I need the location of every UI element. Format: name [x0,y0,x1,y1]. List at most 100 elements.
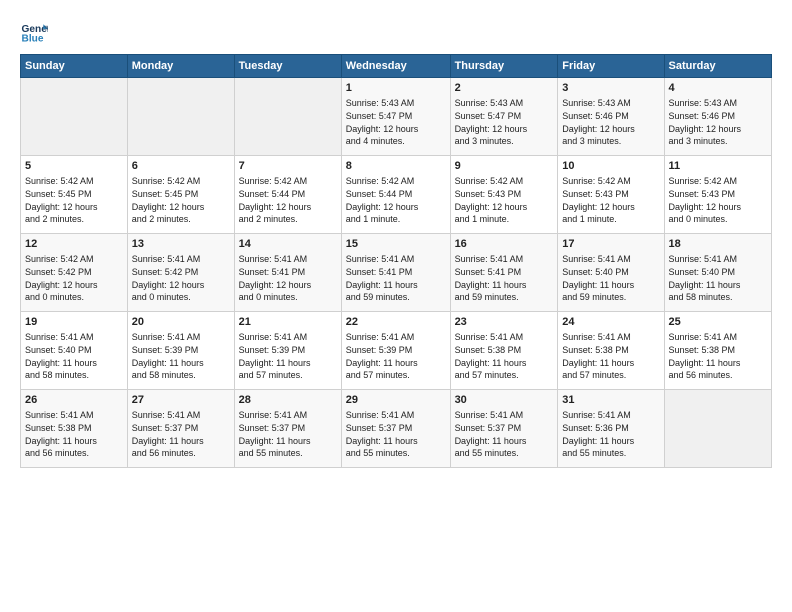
day-number: 20 [132,315,230,330]
day-info: Daylight: 11 hours [562,435,659,448]
day-info: Sunrise: 5:41 AM [239,331,337,344]
day-info: Sunset: 5:43 PM [669,188,767,201]
day-info: Sunrise: 5:41 AM [669,331,767,344]
calendar-cell: 14Sunrise: 5:41 AMSunset: 5:41 PMDayligh… [234,234,341,312]
day-info: and 57 minutes. [346,369,446,382]
calendar-cell [21,78,128,156]
day-info: and 3 minutes. [669,135,767,148]
day-info: Sunset: 5:47 PM [346,110,446,123]
day-info: Sunrise: 5:41 AM [132,409,230,422]
day-number: 26 [25,393,123,408]
day-info: Sunrise: 5:41 AM [455,253,554,266]
day-info: and 55 minutes. [455,447,554,460]
day-info: Daylight: 12 hours [562,201,659,214]
day-info: and 4 minutes. [346,135,446,148]
day-number: 2 [455,81,554,96]
week-row-2: 5Sunrise: 5:42 AMSunset: 5:45 PMDaylight… [21,156,772,234]
day-info: Sunrise: 5:41 AM [562,253,659,266]
calendar-cell: 27Sunrise: 5:41 AMSunset: 5:37 PMDayligh… [127,390,234,468]
weekday-header-saturday: Saturday [664,55,771,78]
day-info: Sunrise: 5:41 AM [25,409,123,422]
day-number: 6 [132,159,230,174]
day-info: Sunset: 5:37 PM [239,422,337,435]
day-info: and 2 minutes. [132,213,230,226]
day-number: 7 [239,159,337,174]
day-info: Sunrise: 5:41 AM [132,253,230,266]
day-info: Daylight: 11 hours [132,357,230,370]
day-number: 17 [562,237,659,252]
day-info: Sunrise: 5:41 AM [346,331,446,344]
day-info: Sunrise: 5:42 AM [25,253,123,266]
day-info: and 56 minutes. [132,447,230,460]
calendar-cell: 8Sunrise: 5:42 AMSunset: 5:44 PMDaylight… [341,156,450,234]
day-info: Daylight: 12 hours [346,123,446,136]
day-info: Sunset: 5:45 PM [25,188,123,201]
day-info: Daylight: 12 hours [239,201,337,214]
day-info: Daylight: 11 hours [25,435,123,448]
day-number: 14 [239,237,337,252]
weekday-header-thursday: Thursday [450,55,558,78]
day-info: Daylight: 12 hours [669,201,767,214]
day-info: Sunrise: 5:42 AM [562,175,659,188]
day-info: Sunset: 5:37 PM [132,422,230,435]
day-info: and 1 minute. [346,213,446,226]
day-info: Sunset: 5:47 PM [455,110,554,123]
day-number: 29 [346,393,446,408]
week-row-1: 1Sunrise: 5:43 AMSunset: 5:47 PMDaylight… [21,78,772,156]
calendar-cell: 30Sunrise: 5:41 AMSunset: 5:37 PMDayligh… [450,390,558,468]
day-info: Daylight: 11 hours [346,279,446,292]
day-number: 9 [455,159,554,174]
day-info: Sunset: 5:37 PM [455,422,554,435]
day-info: and 0 minutes. [669,213,767,226]
day-number: 8 [346,159,446,174]
day-info: Daylight: 12 hours [562,123,659,136]
day-info: Daylight: 12 hours [346,201,446,214]
day-number: 21 [239,315,337,330]
calendar-cell: 26Sunrise: 5:41 AMSunset: 5:38 PMDayligh… [21,390,128,468]
calendar-cell: 31Sunrise: 5:41 AMSunset: 5:36 PMDayligh… [558,390,664,468]
calendar-cell: 4Sunrise: 5:43 AMSunset: 5:46 PMDaylight… [664,78,771,156]
day-info: Sunrise: 5:43 AM [346,97,446,110]
day-info: Sunset: 5:42 PM [132,266,230,279]
day-info: and 3 minutes. [455,135,554,148]
day-info: Daylight: 11 hours [562,279,659,292]
day-info: Sunset: 5:39 PM [239,344,337,357]
day-info: Sunset: 5:40 PM [669,266,767,279]
day-info: Sunrise: 5:41 AM [239,253,337,266]
day-info: and 58 minutes. [132,369,230,382]
day-info: and 0 minutes. [25,291,123,304]
day-info: and 59 minutes. [346,291,446,304]
day-info: Sunset: 5:38 PM [25,422,123,435]
day-info: Sunset: 5:38 PM [669,344,767,357]
day-number: 31 [562,393,659,408]
day-info: Daylight: 11 hours [25,357,123,370]
day-info: and 2 minutes. [239,213,337,226]
calendar-cell: 12Sunrise: 5:42 AMSunset: 5:42 PMDayligh… [21,234,128,312]
calendar-cell: 22Sunrise: 5:41 AMSunset: 5:39 PMDayligh… [341,312,450,390]
day-info: Daylight: 11 hours [455,279,554,292]
day-info: Daylight: 12 hours [239,279,337,292]
day-number: 22 [346,315,446,330]
day-info: and 57 minutes. [239,369,337,382]
day-info: Sunrise: 5:42 AM [25,175,123,188]
day-info: Sunrise: 5:42 AM [132,175,230,188]
day-info: Sunrise: 5:42 AM [239,175,337,188]
day-info: Daylight: 12 hours [455,123,554,136]
calendar-cell: 24Sunrise: 5:41 AMSunset: 5:38 PMDayligh… [558,312,664,390]
calendar-cell: 2Sunrise: 5:43 AMSunset: 5:47 PMDaylight… [450,78,558,156]
calendar-cell [234,78,341,156]
calendar-cell: 5Sunrise: 5:42 AMSunset: 5:45 PMDaylight… [21,156,128,234]
day-info: and 0 minutes. [239,291,337,304]
day-info: Daylight: 11 hours [346,357,446,370]
day-info: Sunrise: 5:41 AM [239,409,337,422]
day-number: 30 [455,393,554,408]
day-number: 1 [346,81,446,96]
weekday-header-sunday: Sunday [21,55,128,78]
day-number: 18 [669,237,767,252]
day-info: and 55 minutes. [346,447,446,460]
day-number: 16 [455,237,554,252]
day-info: Daylight: 11 hours [455,357,554,370]
calendar-cell: 19Sunrise: 5:41 AMSunset: 5:40 PMDayligh… [21,312,128,390]
day-info: Daylight: 12 hours [132,279,230,292]
day-number: 3 [562,81,659,96]
